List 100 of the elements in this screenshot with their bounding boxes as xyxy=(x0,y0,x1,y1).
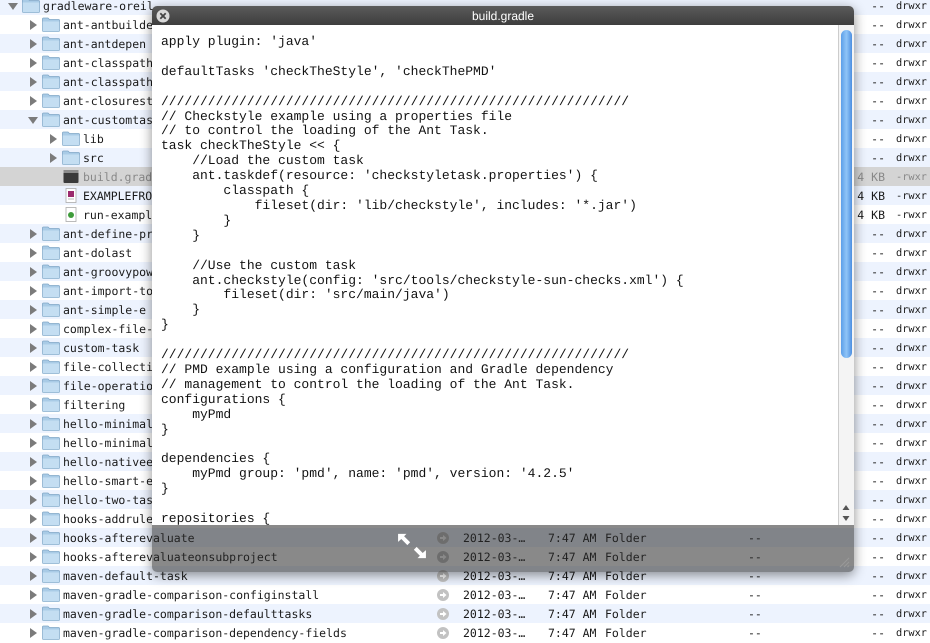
file-size: -- xyxy=(871,74,885,88)
file-size: -- xyxy=(871,322,885,336)
file-name: EXAMPLEFRO xyxy=(83,188,152,202)
file-name: custom-task xyxy=(63,340,140,354)
file-size: -- xyxy=(871,360,885,374)
file-name: file-collecti xyxy=(63,360,154,374)
table-cell: -- xyxy=(748,568,762,582)
file-name: maven-gradle-comparison-dependency-fields xyxy=(63,626,347,640)
file-size: -- xyxy=(871,284,885,298)
date-modified: 2012-03-… xyxy=(463,606,526,620)
time-modified: 7:47 AM xyxy=(548,530,596,544)
permissions: drwxr xyxy=(896,398,927,410)
file-size: -- xyxy=(871,378,885,392)
file-name: ant-groovypow xyxy=(63,264,154,278)
file-kind: Folder xyxy=(605,626,647,640)
file-name: ant-classpath xyxy=(63,56,154,70)
file-name: run-exampl xyxy=(83,208,152,222)
file-size: -- xyxy=(871,550,885,564)
file-size: -- xyxy=(871,416,885,430)
file-size: -- xyxy=(871,530,885,544)
date-modified: 2012-03-… xyxy=(463,626,526,640)
file-size: -- xyxy=(871,588,885,602)
file-name: ant-antbuilde xyxy=(63,18,154,32)
file-name: hello-minimal xyxy=(63,416,154,430)
date-modified: 2012-03-… xyxy=(463,568,526,582)
file-name: ant-classpath xyxy=(63,74,154,88)
permissions: drwxr xyxy=(896,266,927,278)
file-name: ant-dolast xyxy=(63,246,132,260)
permissions: drwxr xyxy=(896,588,927,600)
file-size: -- xyxy=(871,474,885,488)
permissions: drwxr xyxy=(896,474,927,486)
permissions: drwxr xyxy=(896,512,927,524)
permissions: drwxr xyxy=(896,56,927,68)
permissions: drwxr xyxy=(896,228,927,240)
file-size: -- xyxy=(871,302,885,316)
file-name: hello-minimal xyxy=(63,436,154,450)
permissions: drwxr xyxy=(896,608,927,620)
permissions: drwxr xyxy=(896,418,927,430)
file-size: -- xyxy=(871,246,885,260)
file-size: 4 KB xyxy=(857,208,885,222)
file-size: -- xyxy=(871,150,885,164)
file-size: 4 KB xyxy=(857,188,885,202)
time-modified: 7:47 AM xyxy=(548,550,596,564)
file-name: ant-antdepen xyxy=(63,36,146,50)
file-size: -- xyxy=(871,56,885,70)
file-size: -- xyxy=(871,94,885,108)
file-size: -- xyxy=(871,454,885,468)
permissions: drwxr xyxy=(896,38,927,50)
file-kind: Folder xyxy=(605,606,647,620)
file-name: ant-closurest xyxy=(63,94,154,108)
file-size: -- xyxy=(871,398,885,412)
file-size: -- xyxy=(871,606,885,620)
file-name: ant-simple-e xyxy=(63,302,146,316)
time-modified: 7:47 AM xyxy=(548,606,596,620)
file-kind: Folder xyxy=(605,568,647,582)
table-cell: -- xyxy=(748,588,762,602)
file-name: hooks-afterevaluate xyxy=(63,530,195,544)
file-name: maven-default-task xyxy=(63,568,188,582)
file-name: ant-customtas xyxy=(63,112,154,126)
permissions: drwxr xyxy=(896,532,927,544)
file-name: hello-nativee xyxy=(63,454,154,468)
file-name: hello-two-tas xyxy=(63,492,154,506)
date-modified: 2012-03-… xyxy=(463,550,526,564)
permissions: drwxr xyxy=(896,456,927,468)
file-name: build.grad xyxy=(83,170,152,184)
permissions: -rwxr xyxy=(896,208,927,220)
time-modified: 7:47 AM xyxy=(548,568,596,582)
permissions: drwxr xyxy=(896,436,927,448)
file-size: -- xyxy=(871,226,885,240)
permissions: drwxr xyxy=(896,304,927,316)
permissions: -rwxr xyxy=(896,170,927,182)
permissions: drwxr xyxy=(896,152,927,164)
date-modified: 2012-03-… xyxy=(463,530,526,544)
permissions: drwxr xyxy=(896,360,927,372)
permissions: drwxr xyxy=(896,76,927,88)
file-size: -- xyxy=(871,18,885,32)
window-title: build.gradle xyxy=(472,8,534,22)
file-name: ant-define-pr xyxy=(63,226,154,240)
file-size: -- xyxy=(871,132,885,146)
file-size: -- xyxy=(871,436,885,450)
file-size: -- xyxy=(871,112,885,126)
permissions: drwxr xyxy=(896,114,927,126)
table-cell: -- xyxy=(748,530,762,544)
permissions: drwxr xyxy=(896,342,927,354)
permissions: drwxr xyxy=(896,94,927,106)
file-name: ant-import-to xyxy=(63,284,154,298)
file-kind: Folder xyxy=(605,530,647,544)
file-size: -- xyxy=(871,36,885,50)
file-kind: Folder xyxy=(605,550,647,564)
file-size: -- xyxy=(871,264,885,278)
file-name: gradleware-oreil xyxy=(43,0,154,12)
table-cell: -- xyxy=(748,626,762,640)
file-size: -- xyxy=(871,340,885,354)
file-name: hello-smart-e xyxy=(63,474,154,488)
file-name: file-operatio xyxy=(63,378,154,392)
file-size: -- xyxy=(871,568,885,582)
permissions: drwxr xyxy=(896,494,927,506)
file-name: complex-file- xyxy=(63,322,154,336)
file-name: lib xyxy=(83,132,104,146)
permissions: drwxr xyxy=(896,626,927,638)
